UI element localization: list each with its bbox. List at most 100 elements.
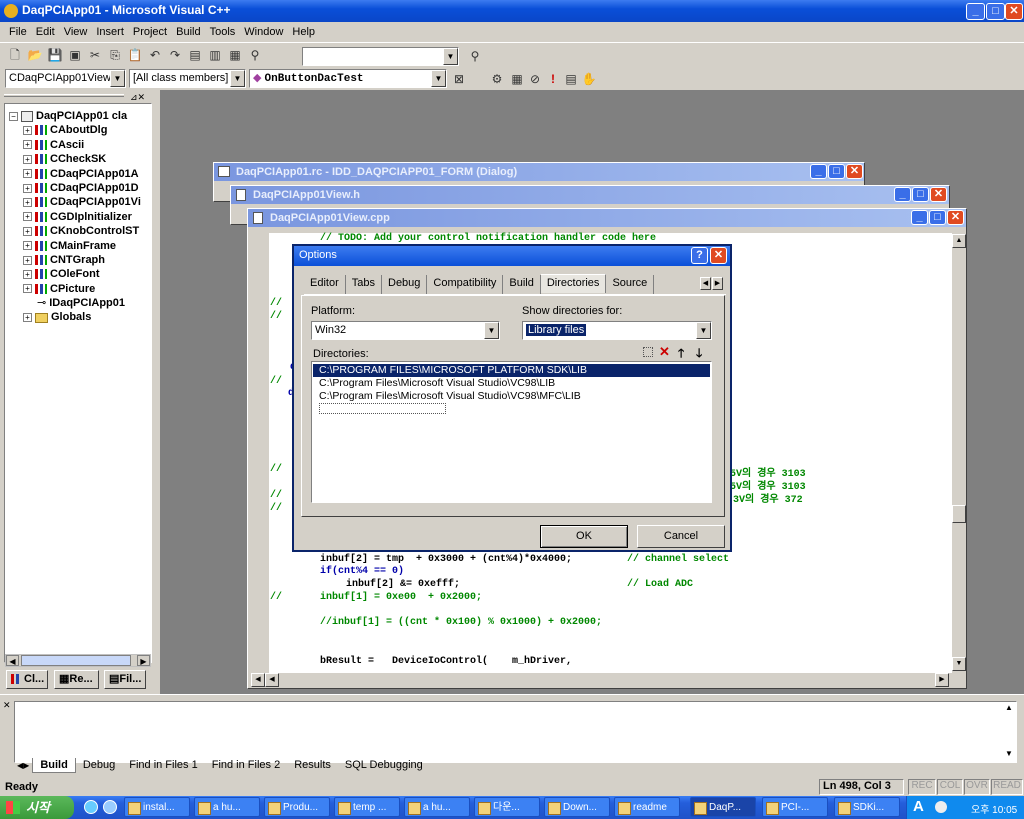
pane-grip[interactable] [4, 94, 124, 97]
directory-item[interactable]: C:\PROGRAM FILES\MICROSOFT PLATFORM SDK\… [313, 364, 710, 377]
show-directories-combo[interactable]: Library files ▼ [522, 321, 712, 340]
expand-icon[interactable]: + [23, 154, 32, 164]
paste-icon[interactable]: 📋 [126, 46, 144, 64]
close-button[interactable]: ✕ [846, 164, 863, 179]
compile-icon[interactable]: ⚙ [488, 70, 506, 88]
output-text[interactable] [14, 701, 1017, 763]
explorer-icon[interactable] [103, 800, 117, 814]
tree-item[interactable]: + CNTGraph [9, 253, 151, 267]
tree-item[interactable]: + Globals [9, 310, 151, 324]
menu-build[interactable]: Build [176, 26, 200, 38]
open-icon[interactable]: 📂 [26, 46, 44, 64]
editor-vscrollbar[interactable]: ▲ ▼ [951, 233, 966, 673]
pane-close-icon[interactable]: ⊿✕ [130, 92, 145, 103]
app-titlebar[interactable]: DaqPCIApp01 - Microsoft Visual C++ _ □ ✕ [0, 0, 1024, 22]
taskbar-item[interactable]: SDKi... [834, 797, 900, 817]
tree-item[interactable]: + CCheckSK [9, 152, 151, 166]
tab-debug[interactable]: Debug [382, 275, 428, 294]
go-icon[interactable]: ▤ [562, 70, 580, 88]
tree-item[interactable]: + CKnobControlST [9, 224, 151, 238]
new-directory-slot[interactable] [319, 403, 446, 414]
tree-hscrollbar[interactable]: ◀ ▶ [5, 654, 151, 667]
directory-item[interactable]: C:\Program Files\Microsoft Visual Studio… [312, 390, 711, 403]
filter-combo[interactable]: [All class members] ▼ [129, 69, 246, 88]
ok-button[interactable]: OK [540, 525, 628, 548]
tree-item[interactable]: + COleFont [9, 267, 151, 281]
scroll-thumb[interactable] [952, 505, 966, 523]
tree-item[interactable]: + CPicture [9, 282, 151, 296]
maximize-button[interactable]: □ [986, 3, 1005, 20]
menu-view[interactable]: View [64, 26, 88, 38]
maximize-button[interactable]: □ [929, 210, 946, 225]
windows-icon[interactable]: ▦ [226, 46, 244, 64]
maximize-button[interactable]: □ [912, 187, 929, 202]
directory-item[interactable]: C:\Program Files\Microsoft Visual Studio… [312, 377, 711, 390]
chevron-down-icon[interactable]: ▼ [110, 70, 125, 87]
expand-icon[interactable]: + [23, 226, 32, 236]
execute-icon[interactable]: ! [544, 70, 562, 88]
pane-close-icon[interactable]: ✕ [3, 700, 11, 711]
rc-window-titlebar[interactable]: DaqPCIApp01.rc - IDD_DAQPCIAPP01_FORM (D… [214, 163, 864, 181]
tree-item[interactable]: + CGDIplnitializer [9, 210, 151, 224]
taskbar-item-active[interactable]: DaqP... [690, 797, 756, 817]
tab-directories[interactable]: Directories [540, 274, 607, 293]
minimize-button[interactable]: _ [911, 210, 928, 225]
breakpoint-hand-icon[interactable]: ✋ [580, 70, 598, 88]
save-icon[interactable]: 💾 [46, 46, 64, 64]
output-icon[interactable]: ▥ [206, 46, 224, 64]
scroll-down-icon[interactable]: ▼ [1005, 749, 1013, 758]
menu-file[interactable]: File [9, 26, 27, 38]
dialog-titlebar[interactable]: Options ? ✕ [294, 246, 730, 266]
find-combo[interactable]: ▼ [302, 47, 459, 66]
class-combo[interactable]: CDaqPCIApp01View ▼ [5, 69, 126, 88]
find-in-files-icon[interactable]: ⚲ [246, 46, 264, 64]
find-icon[interactable]: ⚲ [466, 47, 484, 65]
close-button[interactable]: ✕ [947, 210, 964, 225]
clock[interactable]: 오후 10:05 [971, 801, 1017, 816]
menu-window[interactable]: Window [244, 26, 283, 38]
cut-icon[interactable]: ✂ [86, 46, 104, 64]
menu-project[interactable]: Project [133, 26, 167, 38]
expand-icon[interactable]: + [23, 125, 32, 135]
member-combo[interactable]: ◆ OnButtonDacTest ▼ [249, 69, 447, 88]
taskbar-item[interactable]: Produ... [264, 797, 330, 817]
tab-scroll-left-icon[interactable]: ◀ [700, 277, 711, 290]
tab-source[interactable]: Source [606, 275, 655, 294]
taskbar-item[interactable]: a hu... [404, 797, 470, 817]
wizard-action-icon[interactable]: ⊠ [450, 70, 468, 88]
chevron-down-icon[interactable]: ▼ [230, 70, 245, 87]
menu-edit[interactable]: Edit [36, 26, 55, 38]
network-icon[interactable] [935, 801, 947, 813]
menu-help[interactable]: Help [292, 26, 315, 38]
expand-icon[interactable]: + [23, 313, 32, 323]
stop-build-icon[interactable]: ⊘ [526, 70, 544, 88]
scroll-down-icon[interactable]: ▼ [952, 657, 966, 671]
tab-build[interactable]: Build [503, 275, 541, 294]
minimize-button[interactable]: _ [810, 164, 827, 179]
scroll-right-icon[interactable]: ▶ [935, 673, 949, 687]
tab-find-in-files-2[interactable]: Find in Files 2 [205, 758, 287, 772]
expand-icon[interactable]: + [23, 169, 32, 179]
tab-editor[interactable]: Editor [304, 275, 346, 294]
tab-tabs[interactable]: Tabs [346, 275, 382, 294]
tree-root[interactable]: − DaqPCIApp01 cla [9, 109, 151, 123]
menu-insert[interactable]: Insert [96, 26, 124, 38]
tab-results[interactable]: Results [287, 758, 338, 772]
cancel-button[interactable]: Cancel [637, 525, 725, 548]
collapse-icon[interactable]: − [9, 111, 18, 121]
close-button[interactable]: ✕ [930, 187, 947, 202]
new-directory-icon[interactable] [643, 347, 653, 357]
scroll-left-icon[interactable]: ◀ [6, 655, 19, 666]
tab-sql-debugging[interactable]: SQL Debugging [338, 758, 430, 772]
new-file-icon[interactable]: 🗋 [6, 46, 24, 64]
cpp-window-titlebar[interactable]: DaqPCIApp01View.cpp _ □ ✕ [248, 209, 966, 227]
maximize-button[interactable]: □ [828, 164, 845, 179]
help-button[interactable]: ? [691, 247, 708, 264]
expand-icon[interactable]: + [23, 255, 32, 265]
scroll-up-icon[interactable]: ▲ [1005, 703, 1013, 712]
workspace-icon[interactable]: ▤ [186, 46, 204, 64]
copy-icon[interactable]: ⎘ [106, 46, 124, 64]
expand-icon[interactable]: + [23, 241, 32, 251]
ie-icon[interactable] [84, 800, 98, 814]
menu-tools[interactable]: Tools [210, 26, 236, 38]
